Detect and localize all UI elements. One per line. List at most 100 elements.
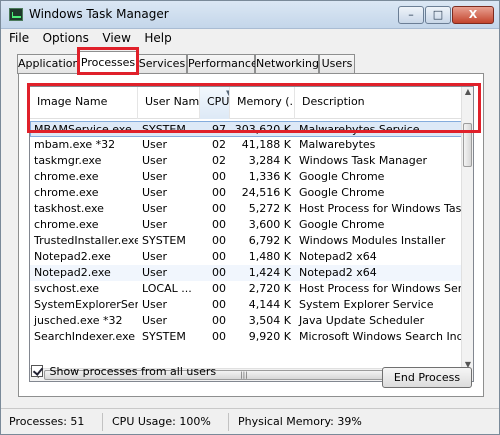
cell-memory: 41,188 K [241, 138, 291, 151]
cell-cpu: 00 [212, 314, 226, 327]
cell-image-name: SystemExplorerSer... [34, 298, 138, 311]
tab-networking[interactable]: Networking [255, 54, 319, 74]
table-row[interactable]: SearchIndexer.exe SYSTEM 00 9,920 K Microsof… [30, 329, 463, 345]
cell-image-name: chrome.exe [34, 218, 99, 231]
cell-image-name: TrustedInstaller.exe [34, 234, 138, 247]
cell-user-name: User [142, 186, 168, 199]
cell-user-name: LOCAL ... [142, 282, 192, 295]
cell-cpu: 00 [212, 186, 226, 199]
cell-user-name: User [142, 170, 168, 183]
menu-options[interactable]: Options [43, 31, 89, 45]
cell-cpu: 02 [212, 154, 226, 167]
cell-memory: 3,284 K [248, 154, 291, 167]
cell-image-name: jusched.exe *32 [34, 314, 123, 327]
table-row[interactable]: Notepad2.exe User 00 1,480 K Notepad2 x64 [30, 249, 463, 265]
cell-image-name: SearchIndexer.exe [34, 330, 136, 343]
table-row[interactable]: SystemExplorerSer... User 00 4,144 K System … [30, 297, 463, 313]
window-title: Windows Task Manager [29, 7, 169, 21]
cell-user-name: User [142, 298, 168, 311]
status-physical-memory: Physical Memory: 39% [238, 415, 362, 428]
cell-description: Notepad2 x64 [299, 266, 377, 279]
cell-memory: 1,424 K [248, 266, 291, 279]
cell-memory: 3,600 K [248, 218, 291, 231]
cell-description: Google Chrome [299, 186, 385, 199]
cell-user-name: SYSTEM [142, 234, 186, 247]
table-row[interactable]: taskmgr.exe User 02 3,284 K Windows Task Man… [30, 153, 463, 169]
cell-image-name: chrome.exe [34, 186, 99, 199]
cell-description: Windows Modules Installer [299, 234, 446, 247]
cell-description: Google Chrome [299, 218, 385, 231]
tab-users[interactable]: Users [319, 54, 355, 74]
menu-bar: File Options View Help [9, 31, 182, 47]
title-bar[interactable]: Windows Task Manager – □ X [1, 1, 499, 29]
cell-cpu: 00 [212, 234, 226, 247]
cell-user-name: User [142, 266, 168, 279]
cell-image-name: mbam.exe *32 [34, 138, 116, 151]
cell-cpu: 02 [212, 138, 226, 151]
table-row[interactable]: chrome.exe User 00 1,336 K Google Chrome [30, 169, 463, 185]
show-all-checkbox[interactable] [31, 365, 43, 377]
status-bar: Processes: 51 CPU Usage: 100% Physical M… [1, 408, 499, 434]
cell-description: Google Chrome [299, 170, 385, 183]
show-all-processes-toggle[interactable]: Show processes from all users [31, 365, 216, 378]
tab-services[interactable]: Services [137, 54, 187, 74]
cell-user-name: User [142, 202, 168, 215]
cell-image-name: taskhost.exe [34, 202, 104, 215]
cell-user-name: User [142, 138, 168, 151]
task-manager-window: Windows Task Manager – □ X File Options … [0, 0, 500, 435]
cell-user-name: User [142, 218, 168, 231]
cell-memory: 1,480 K [248, 250, 291, 263]
cell-description: Host Process for Windows Tasks [299, 202, 463, 215]
cell-description: Java Update Scheduler [299, 314, 425, 327]
cell-description: Notepad2 x64 [299, 250, 377, 263]
tab-applications[interactable]: Applications [17, 54, 85, 74]
cell-description: Host Process for Windows Ser... [299, 282, 463, 295]
task-manager-app-icon [9, 8, 23, 21]
menu-view[interactable]: View [102, 31, 130, 45]
tab-performance[interactable]: Performance [187, 54, 258, 74]
cell-memory: 5,272 K [248, 202, 291, 215]
cell-memory: 6,792 K [248, 234, 291, 247]
cell-image-name: Notepad2.exe [34, 266, 111, 279]
cell-user-name: User [142, 250, 168, 263]
maximize-button[interactable]: □ [425, 6, 451, 24]
cell-cpu: 00 [212, 266, 226, 279]
cell-description: Malwarebytes [299, 138, 376, 151]
minimize-button[interactable]: – [398, 6, 424, 24]
menu-help[interactable]: Help [144, 31, 171, 45]
table-row[interactable]: chrome.exe User 00 3,600 K Google Chrome [30, 217, 463, 233]
cell-user-name: User [142, 154, 168, 167]
cell-image-name: chrome.exe [34, 170, 99, 183]
cell-memory: 3,504 K [248, 314, 291, 327]
table-row[interactable]: mbam.exe *32 User 02 41,188 K Malwarebytes [30, 137, 463, 153]
cell-user-name: User [142, 314, 168, 327]
highlight-box-header-and-top-row [27, 83, 481, 133]
highlight-box-processes-tab [77, 47, 139, 75]
status-processes: Processes: 51 [3, 413, 103, 431]
cell-cpu: 00 [212, 202, 226, 215]
cell-memory: 24,516 K [241, 186, 291, 199]
status-cpu-usage: CPU Usage: 100% [106, 413, 229, 431]
cell-user-name: SYSTEM [142, 330, 186, 343]
table-row[interactable]: Notepad2.exe User 00 1,424 K Notepad2 x64 [30, 265, 463, 281]
end-process-button[interactable]: End Process [382, 367, 472, 388]
cell-cpu: 00 [212, 330, 226, 343]
menu-file[interactable]: File [9, 31, 29, 45]
cell-description: System Explorer Service [299, 298, 434, 311]
table-row[interactable]: chrome.exe User 00 24,516 K Google Chrome [30, 185, 463, 201]
table-row[interactable]: TrustedInstaller.exe SYSTEM 00 6,792 K Windo… [30, 233, 463, 249]
close-button[interactable]: X [452, 6, 494, 24]
table-row[interactable]: taskhost.exe User 00 5,272 K Host Process fo… [30, 201, 463, 217]
cell-image-name: taskmgr.exe [34, 154, 102, 167]
process-rows: MBAMService.exe SYSTEM 97 303,620 K Malwareb… [30, 121, 463, 345]
table-row[interactable]: svchost.exe LOCAL ... 00 2,720 K Host Proces… [30, 281, 463, 297]
cell-cpu: 00 [212, 298, 226, 311]
cell-cpu: 00 [212, 282, 226, 295]
table-row[interactable]: jusched.exe *32 User 00 3,504 K Java Update … [30, 313, 463, 329]
cell-description: Microsoft Windows Search Ind... [299, 330, 463, 343]
cell-cpu: 00 [212, 170, 226, 183]
cell-memory: 1,336 K [248, 170, 291, 183]
cell-cpu: 00 [212, 218, 226, 231]
cell-memory: 4,144 K [248, 298, 291, 311]
cell-memory: 9,920 K [248, 330, 291, 343]
